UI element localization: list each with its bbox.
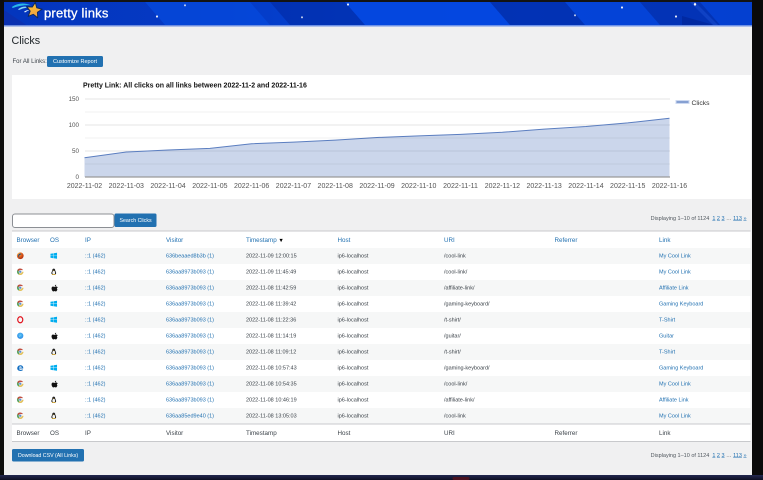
svg-text:2022-11-02: 2022-11-02 xyxy=(67,183,102,190)
svg-text:2022-11-14: 2022-11-14 xyxy=(568,183,603,190)
svg-text:2022-11-09: 2022-11-09 xyxy=(359,183,394,190)
svg-text:2022-11-05: 2022-11-05 xyxy=(192,183,227,190)
svg-text:2022-11-11: 2022-11-11 xyxy=(443,183,478,190)
svg-text:2022-11-10: 2022-11-10 xyxy=(401,183,436,190)
svg-text:Pretty Link: All clicks on all: Pretty Link: All clicks on all links bet… xyxy=(83,83,307,90)
svg-text:2022-11-06: 2022-11-06 xyxy=(234,183,269,190)
svg-text:2022-11-04: 2022-11-04 xyxy=(150,183,185,190)
svg-text:Clicks: Clicks xyxy=(692,100,711,107)
svg-text:2022-11-03: 2022-11-03 xyxy=(109,183,144,190)
svg-text:2022-11-12: 2022-11-12 xyxy=(485,183,520,190)
svg-text:50: 50 xyxy=(72,148,79,155)
svg-text:2022-11-13: 2022-11-13 xyxy=(527,183,562,190)
svg-text:100: 100 xyxy=(69,122,80,129)
svg-text:150: 150 xyxy=(69,96,80,103)
svg-text:pretty links: pretty links xyxy=(44,6,109,21)
svg-text:2022-11-08: 2022-11-08 xyxy=(318,183,353,190)
svg-text:2022-11-16: 2022-11-16 xyxy=(652,183,687,190)
svg-text:2022-11-15: 2022-11-15 xyxy=(610,183,645,190)
svg-text:0: 0 xyxy=(76,174,80,181)
svg-text:2022-11-07: 2022-11-07 xyxy=(276,183,311,190)
